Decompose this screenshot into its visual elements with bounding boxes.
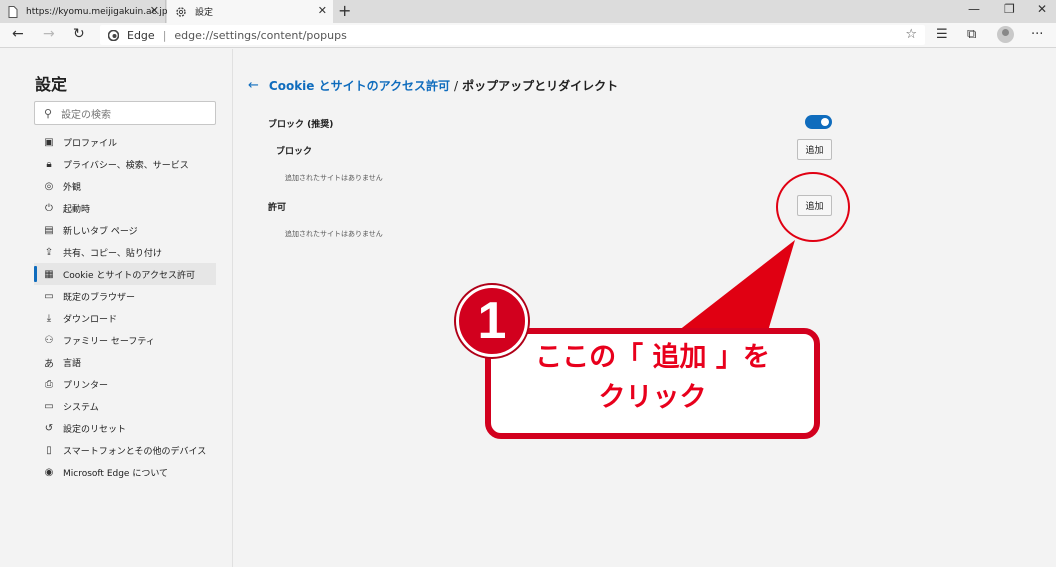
url-text[interactable]: edge://settings/content/popups — [174, 29, 346, 42]
favorite-star-icon[interactable]: ☆ — [905, 27, 917, 42]
tab-title: https://kyomu.meijigakuin.ac.jp — [26, 6, 168, 17]
phone-icon: ▯ — [46, 444, 52, 456]
block-empty-text: 追加されたサイトはありません — [285, 174, 383, 182]
browser-toolbar: ← → ↻ Edge | edge://settings/content/pop… — [0, 23, 1056, 48]
maximize-icon[interactable]: ❐ — [1004, 2, 1015, 16]
sidebar-item-privacy[interactable]: 🔒︎ プライバシー、検索、サービス — [34, 153, 216, 175]
sidebar-item-label: 言語 — [63, 358, 82, 369]
sidebar-item-label: ファミリー セーフティ — [63, 336, 155, 347]
collections-icon[interactable]: ⧉ — [967, 27, 976, 42]
sidebar-item-default-browser[interactable]: ▭ 既定のブラウザー — [34, 285, 216, 307]
forward-icon[interactable]: → — [43, 26, 55, 42]
breadcrumb-parent-link[interactable]: Cookie とサイトのアクセス許可 — [269, 77, 450, 94]
reset-icon: ↺ — [44, 422, 54, 434]
sidebar-item-label: 外観 — [63, 182, 82, 193]
settings-search-input[interactable]: ⚲ 設定の検索 — [34, 101, 216, 125]
sidebar-item-profile[interactable]: ▣ プロファイル — [34, 131, 216, 153]
palette-icon: ◎ — [44, 180, 54, 192]
allow-empty-text: 追加されたサイトはありません — [285, 230, 383, 238]
step-number-badge: 1 — [456, 285, 528, 357]
close-icon[interactable]: ✕ — [318, 4, 327, 17]
family-icon: ⚇ — [44, 334, 54, 346]
printer-icon: ⎙ — [45, 378, 53, 390]
sidebar-item-label: 設定のリセット — [63, 424, 127, 435]
profile-icon: ▣ — [44, 136, 54, 148]
edge-logo-icon: ◉ — [44, 466, 54, 478]
power-icon: ⏻ — [45, 202, 53, 214]
callout-line-2: クリック — [598, 382, 707, 413]
minimize-icon[interactable]: — — [968, 2, 980, 16]
sidebar-item-label: システム — [63, 402, 99, 413]
sidebar-item-system[interactable]: ▭ システム — [34, 395, 216, 417]
sidebar-item-newtab[interactable]: ▤ 新しいタブ ページ — [34, 219, 216, 241]
sidebar-item-printer[interactable]: ⎙ プリンター — [34, 373, 216, 395]
block-recommended-toggle[interactable] — [805, 115, 832, 129]
site-permissions-icon: ▦ — [44, 268, 54, 280]
tab-title: 設定 — [195, 8, 214, 18]
refresh-icon[interactable]: ↻ — [73, 26, 85, 42]
breadcrumb-separator: / — [454, 78, 459, 93]
search-icon: ⚲ — [44, 106, 53, 120]
settings-sidebar: 設定 ⚲ 設定の検索 ▣ プロファイル 🔒︎ プライバシー、検索、サービス ◎ 外観 … — [0, 49, 233, 567]
lock-icon: 🔒︎ — [46, 158, 52, 170]
sidebar-item-label: Cookie とサイトのアクセス許可 — [63, 270, 195, 281]
divider: | — [162, 28, 167, 42]
tab-strip: https://kyomu.meijigakuin.ac.jp ✕ 設定 ✕ +… — [0, 0, 1056, 23]
address-bar[interactable]: Edge | edge://settings/content/popups ☆ — [100, 25, 925, 45]
more-icon[interactable]: ··· — [1031, 27, 1043, 42]
newtab-icon: ▤ — [44, 224, 54, 236]
browser-icon: ▭ — [44, 290, 54, 302]
settings-content: ← Cookie とサイトのアクセス許可 / ポップアップとリダイレクト ブロッ… — [234, 49, 1056, 567]
sidebar-item-about[interactable]: ◉ Microsoft Edge について — [34, 461, 216, 483]
allow-section-label: 許可 — [268, 203, 287, 213]
sidebar-item-label: ダウンロード — [63, 314, 118, 325]
sidebar-item-startup[interactable]: ⏻ 起動時 — [34, 197, 216, 219]
download-icon: ⤓ — [46, 312, 52, 324]
sidebar-item-label: スマートフォンとその他のデバイス — [63, 446, 207, 457]
share-icon: ⇪ — [44, 246, 54, 258]
sidebar-item-label: プライバシー、検索、サービス — [63, 160, 189, 171]
sidebar-item-language[interactable]: あ言語 — [34, 351, 216, 373]
block-section-label: ブロック — [276, 147, 313, 157]
language-icon: あ — [44, 358, 54, 370]
sidebar-item-label: プリンター — [63, 380, 109, 391]
sidebar-item-label: 既定のブラウザー — [63, 292, 136, 303]
sidebar-item-cookies[interactable]: ▦ Cookie とサイトのアクセス許可 — [34, 263, 216, 285]
sidebar-item-label: 共有、コピー、貼り付け — [63, 248, 162, 259]
new-tab-icon[interactable]: + — [338, 1, 351, 20]
system-icon: ▭ — [44, 400, 54, 412]
tab-settings[interactable]: 設定 ✕ — [167, 0, 333, 23]
block-add-button[interactable]: 追加 — [797, 139, 832, 160]
tab-kyomu[interactable]: https://kyomu.meijigakuin.ac.jp ✕ — [0, 0, 168, 23]
sidebar-item-phone[interactable]: ▯ スマートフォンとその他のデバイス — [34, 439, 216, 461]
gear-icon — [175, 6, 187, 18]
block-recommended-label: ブロック (推奨) — [268, 120, 334, 130]
window-close-icon[interactable]: ✕ — [1037, 2, 1047, 16]
sidebar-item-downloads[interactable]: ⤓ ダウンロード — [34, 307, 216, 329]
sidebar-item-share[interactable]: ⇪ 共有、コピー、貼り付け — [34, 241, 216, 263]
back-arrow-icon[interactable]: ← — [248, 78, 259, 93]
highlight-ring — [776, 172, 850, 242]
sidebar-item-label: 新しいタブ ページ — [63, 226, 138, 237]
edge-logo-icon — [108, 29, 119, 41]
browser-label: Edge — [127, 28, 155, 42]
sidebar-item-label: Microsoft Edge について — [63, 468, 169, 479]
page-title: ポップアップとリダイレクト — [462, 79, 619, 93]
settings-nav: ▣ プロファイル 🔒︎ プライバシー、検索、サービス ◎ 外観 ⏻ 起動時 ▤ 新しいタブ… — [34, 131, 216, 483]
close-icon[interactable]: ✕ — [150, 4, 159, 17]
callout-text: ここの「 追加 」を クリック — [485, 338, 820, 418]
breadcrumb: ← Cookie とサイトのアクセス許可 / ポップアップとリダイレクト — [248, 77, 618, 94]
sidebar-title: 設定 — [35, 75, 68, 94]
sidebar-item-reset[interactable]: ↺ 設定のリセット — [34, 417, 216, 439]
sidebar-item-appearance[interactable]: ◎ 外観 — [34, 175, 216, 197]
page-icon — [8, 5, 18, 18]
back-icon[interactable]: ← — [12, 26, 24, 42]
avatar[interactable] — [997, 26, 1014, 43]
sidebar-item-family[interactable]: ⚇ ファミリー セーフティ — [34, 329, 216, 351]
search-placeholder: 設定の検索 — [61, 109, 112, 121]
sidebar-item-label: 起動時 — [63, 204, 91, 215]
favorites-icon[interactable]: ☰ — [936, 27, 948, 42]
sidebar-item-label: プロファイル — [63, 138, 118, 149]
callout-line-1: ここの「 追加 」を — [535, 342, 770, 373]
